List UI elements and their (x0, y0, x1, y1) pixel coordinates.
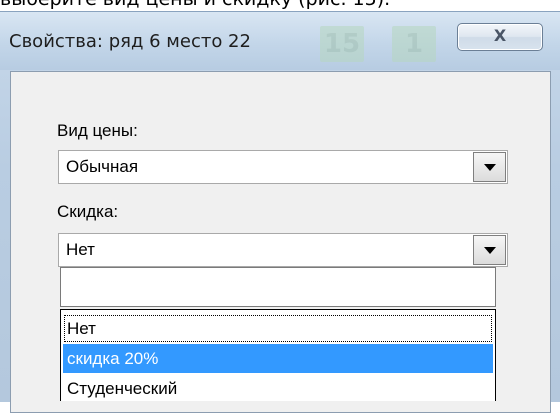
price-type-dropdown-button[interactable] (473, 152, 506, 182)
discount-label: Скидка: (57, 202, 119, 221)
background-seat: 15 (320, 26, 364, 62)
discount-dropdown-button[interactable] (473, 235, 506, 265)
triangle-down-icon (484, 247, 496, 254)
dropdown-option[interactable]: Нет (63, 314, 493, 343)
discount-edit-field[interactable] (60, 267, 496, 307)
price-type-combobox[interactable]: Обычная (58, 150, 508, 184)
dropdown-option[interactable]: скидка 20% (63, 344, 493, 373)
background-seat: 1 (392, 26, 436, 62)
close-button[interactable]: X (457, 23, 543, 51)
title-bar: 15 1 Свойства: ряд 6 место 22 X (0, 12, 560, 70)
triangle-down-icon (484, 164, 496, 171)
price-type-value: Обычная (66, 157, 139, 176)
discount-value: Нет (66, 240, 95, 259)
background-caption: выберите вид цены и скидку (рис. 15). (0, 0, 560, 10)
dropdown-option[interactable]: Студенческий (63, 374, 493, 403)
discount-dropdown-list: Нет скидка 20% Студенческий (60, 309, 496, 401)
discount-combobox[interactable]: Нет (58, 233, 508, 267)
close-icon: X (493, 26, 507, 45)
dialog-title: Свойства: ряд 6 место 22 (9, 31, 251, 52)
price-type-label: Вид цены: (57, 121, 138, 140)
